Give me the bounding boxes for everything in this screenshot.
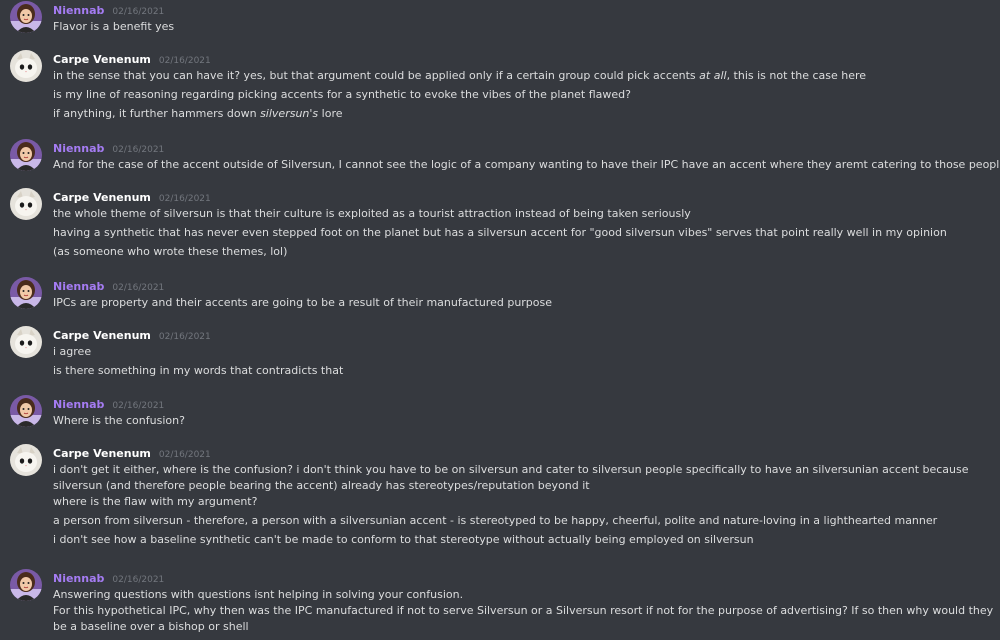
message-header: Carpe Venenum 02/16/2021: [53, 50, 211, 66]
message-text: i agree: [53, 344, 995, 360]
message-header: Niennab 02/16/2021: [53, 1, 164, 17]
message-text-segment: is my line of reasoning regarding pickin…: [53, 88, 631, 101]
message-text: IPCs are property and their accents are …: [53, 295, 995, 311]
niennab-avatar[interactable]: [10, 395, 42, 427]
niennab-avatar-image: [10, 277, 42, 309]
niennab-avatar[interactable]: [10, 1, 42, 33]
message-text-segment: Flavor is a benefit yes: [53, 20, 175, 33]
message-timestamp: 02/16/2021: [112, 575, 165, 585]
message-text: i don't get it either, where is the conf…: [53, 462, 995, 494]
message-text-segment: Where is the confusion?: [53, 414, 185, 427]
message-text: having a synthetic that has never even s…: [53, 225, 995, 241]
message-timestamp: 02/16/2021: [158, 450, 211, 460]
message-timestamp: 02/16/2021: [112, 401, 165, 411]
carpe-venenum-avatar[interactable]: [10, 188, 42, 220]
message-text-segment: , this is not the case here: [726, 69, 867, 82]
message-text-segment: And for the case of the accent outside o…: [53, 158, 1000, 171]
message-text-italic: silversun's: [260, 107, 319, 120]
message-timestamp: 02/16/2021: [112, 7, 165, 17]
author-name[interactable]: Carpe Venenum: [53, 53, 151, 66]
carpe-avatar-image: [10, 444, 42, 476]
carpe-avatar-image: [10, 188, 42, 220]
message-text-segment: where is the flaw with my argument?: [53, 495, 258, 508]
author-name[interactable]: Niennab: [53, 4, 104, 17]
message-text-segment: Answering questions with questions isnt …: [53, 588, 464, 601]
author-name[interactable]: Carpe Venenum: [53, 329, 151, 342]
message-text: where is the flaw with my argument?: [53, 494, 995, 510]
carpe-avatar-image: [10, 326, 42, 358]
niennab-avatar-image: [10, 1, 42, 33]
message-text-segment: is there something in my words that cont…: [53, 364, 344, 377]
niennab-avatar[interactable]: [10, 139, 42, 171]
message-text: is my line of reasoning regarding pickin…: [53, 87, 995, 103]
message-header: Carpe Venenum 02/16/2021: [53, 444, 211, 460]
carpe-venenum-avatar[interactable]: [10, 326, 42, 358]
message-header: Niennab 02/16/2021: [53, 139, 164, 155]
message-text-segment: lore: [318, 107, 343, 120]
niennab-avatar-image: [10, 569, 42, 601]
message-text-segment: a person from silversun - therefore, a p…: [53, 514, 938, 527]
carpe-venenum-avatar[interactable]: [10, 444, 42, 476]
message-text: And for the case of the accent outside o…: [53, 157, 1000, 173]
niennab-avatar-image: [10, 395, 42, 427]
niennab-avatar-image: [10, 139, 42, 171]
message-text-segment: i don't see how a baseline synthetic can…: [53, 533, 754, 546]
author-name[interactable]: Niennab: [53, 142, 104, 155]
message-header: Carpe Venenum 02/16/2021: [53, 188, 211, 204]
message-timestamp: 02/16/2021: [158, 56, 211, 66]
message-text-italic: at all: [699, 69, 727, 82]
author-name[interactable]: Niennab: [53, 280, 104, 293]
message-text-segment: in the sense that you can have it? yes, …: [53, 69, 700, 82]
message-text: Answering questions with questions isnt …: [53, 587, 995, 603]
chat-message-list: Niennab 02/16/2021 Flavor is a benefit yes…: [0, 0, 1000, 640]
niennab-avatar[interactable]: [10, 569, 42, 601]
message-text: For this hypothetical IPC, why then was …: [53, 603, 995, 635]
message-text-segment: if anything, it further hammers down: [53, 107, 261, 120]
message-timestamp: 02/16/2021: [158, 332, 211, 342]
message-timestamp: 02/16/2021: [158, 194, 211, 204]
author-name[interactable]: Carpe Venenum: [53, 191, 151, 204]
message-header: Niennab 02/16/2021: [53, 395, 164, 411]
carpe-avatar-image: [10, 50, 42, 82]
carpe-venenum-avatar[interactable]: [10, 50, 42, 82]
message-text: (as someone who wrote these themes, lol): [53, 244, 995, 260]
message-text: a person from silversun - therefore, a p…: [53, 513, 995, 529]
niennab-avatar[interactable]: [10, 277, 42, 309]
message-text: Flavor is a benefit yes: [53, 19, 995, 35]
message-timestamp: 02/16/2021: [112, 283, 165, 293]
message-timestamp: 02/16/2021: [112, 145, 165, 155]
message-text: is there something in my words that cont…: [53, 363, 995, 379]
message-text-segment: (as someone who wrote these themes, lol): [53, 245, 288, 258]
message-text: i don't see how a baseline synthetic can…: [53, 532, 995, 548]
message-text-segment: i don't get it either, where is the conf…: [53, 463, 969, 492]
author-name[interactable]: Niennab: [53, 398, 104, 411]
message-text: if anything, it further hammers down sil…: [53, 106, 995, 122]
author-name[interactable]: Carpe Venenum: [53, 447, 151, 460]
message-text-segment: having a synthetic that has never even s…: [53, 226, 947, 239]
message-header: Carpe Venenum 02/16/2021: [53, 326, 211, 342]
message-text: Where is the confusion?: [53, 413, 995, 429]
message-header: Niennab 02/16/2021: [53, 569, 164, 585]
author-name[interactable]: Niennab: [53, 572, 104, 585]
message-text: the whole theme of silversun is that the…: [53, 206, 995, 222]
message-text-segment: the whole theme of silversun is that the…: [53, 207, 691, 220]
message-text-segment: IPCs are property and their accents are …: [53, 296, 553, 309]
message-text: in the sense that you can have it? yes, …: [53, 68, 995, 84]
message-text-segment: i agree: [53, 345, 92, 358]
message-header: Niennab 02/16/2021: [53, 277, 164, 293]
message-text-segment: For this hypothetical IPC, why then was …: [53, 604, 994, 633]
